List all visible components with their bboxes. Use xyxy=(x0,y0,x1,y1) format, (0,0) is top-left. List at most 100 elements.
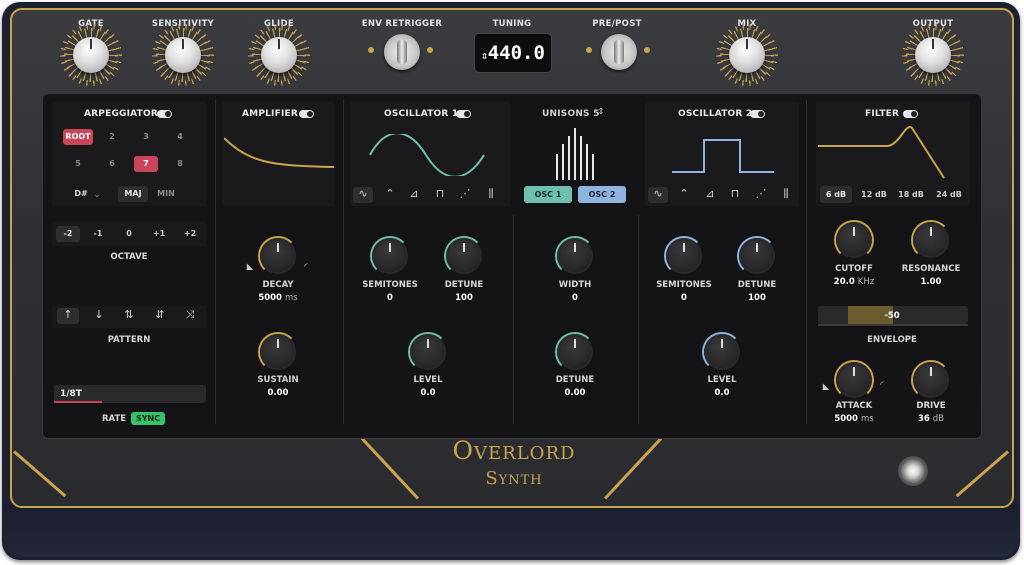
osc1-wavetable-icon[interactable]: ⫼ xyxy=(481,187,501,201)
osc1-detune-label: DETUNE xyxy=(444,280,484,290)
sustain-knob[interactable] xyxy=(262,336,294,368)
pre-post-switch[interactable] xyxy=(601,34,637,70)
osc2-sine-icon[interactable]: ∿ xyxy=(648,187,668,203)
tuning-label: TUNING xyxy=(492,19,532,29)
gate-knob[interactable] xyxy=(64,28,118,82)
divider xyxy=(513,215,514,424)
octave-plus-2[interactable]: +2 xyxy=(178,226,202,242)
filter-slope-18db[interactable]: 18 dB xyxy=(895,186,927,203)
pattern-down-up-icon[interactable]: ⇵ xyxy=(149,308,171,321)
tuning-value: 440.0 xyxy=(487,42,545,64)
unison-title[interactable]: UNISONS 5 xyxy=(542,109,600,119)
octave-minus-1[interactable]: -1 xyxy=(86,226,110,242)
osc2-level-knob[interactable] xyxy=(706,336,738,368)
pattern-up-down-icon[interactable]: ⇅ xyxy=(118,308,140,321)
amp-envelope-graph xyxy=(224,137,334,168)
osc1-triangle-icon[interactable]: ⌃ xyxy=(380,187,400,200)
arp-note-5[interactable]: 5 xyxy=(70,156,86,172)
attack-knob[interactable] xyxy=(838,364,870,396)
decay-knob[interactable] xyxy=(262,240,294,272)
osc2-detune-value: 100 xyxy=(748,293,766,303)
attack-unit: ms xyxy=(860,414,874,424)
pattern-up-icon[interactable]: ↑ xyxy=(57,308,79,324)
output-knob[interactable] xyxy=(906,28,960,82)
arp-toggle[interactable] xyxy=(157,110,172,118)
sensitivity-knob[interactable] xyxy=(156,28,210,82)
osc2-triangle-icon[interactable]: ⌃ xyxy=(674,187,694,200)
osc2-square-icon[interactable]: ⊓ xyxy=(725,187,745,200)
osc1-noise-icon[interactable]: ⋰ xyxy=(455,187,475,200)
unison-detune-knob[interactable] xyxy=(559,336,591,368)
unison-detune-value: 0.00 xyxy=(564,388,586,398)
drive-value: 36 xyxy=(917,414,930,424)
arp-note-7[interactable]: 7 xyxy=(134,156,158,172)
envelope-label: ENVELOPE xyxy=(867,335,917,345)
osc1-semitones-knob[interactable] xyxy=(374,240,406,272)
osc1-square-icon[interactable]: ⊓ xyxy=(430,187,450,200)
filter-slope-24db[interactable]: 24 dB xyxy=(933,186,965,203)
drive-knob[interactable] xyxy=(915,364,947,396)
tuning-display[interactable]: ⇕440.0 xyxy=(474,33,552,73)
octave-0[interactable]: 0 xyxy=(117,226,141,242)
octave-minus-2[interactable]: -2 xyxy=(56,226,80,242)
arp-note-8[interactable]: 8 xyxy=(172,156,188,172)
unison-osc1-button[interactable]: OSC 1 xyxy=(524,186,572,203)
attack-curve-right-icon[interactable]: ◜ xyxy=(876,380,888,390)
octave-plus-1[interactable]: +1 xyxy=(147,226,171,242)
cutoff-knob[interactable] xyxy=(838,224,870,256)
attack-curve-icon[interactable]: ◣ xyxy=(820,382,832,392)
env-retrigger-switch[interactable] xyxy=(384,34,420,70)
resonance-knob[interactable] xyxy=(915,224,947,256)
osc1-level-knob[interactable] xyxy=(412,336,444,368)
unison-osc2-button[interactable]: OSC 2 xyxy=(578,186,626,203)
divider xyxy=(343,100,344,424)
osc1-sine-icon[interactable]: ∿ xyxy=(353,187,373,203)
drive-unit: dB xyxy=(932,414,945,424)
decay-unit: ms xyxy=(284,293,298,303)
osc2-noise-icon[interactable]: ⋰ xyxy=(751,187,771,200)
rate-slider-fill xyxy=(54,401,102,403)
unison-width-label: WIDTH xyxy=(558,280,592,290)
osc1-detune-knob[interactable] xyxy=(448,240,480,272)
resonance-label: RESONANCE xyxy=(901,264,961,274)
decay-curve-right-icon[interactable]: ◜ xyxy=(300,262,312,272)
osc2-detune-label: DETUNE xyxy=(737,280,777,290)
filter-response-graph xyxy=(818,125,945,179)
osc1-title: OSCILLATOR 1 xyxy=(384,109,459,119)
arp-minor-button[interactable]: MIN xyxy=(152,186,180,202)
mix-knob[interactable] xyxy=(720,28,774,82)
osc2-wavetable-icon[interactable]: ⫼ xyxy=(776,187,796,201)
arp-note-4[interactable]: 4 xyxy=(172,129,188,145)
unison-stepper-icon[interactable]: ⇕ xyxy=(597,107,605,117)
pattern-random-icon[interactable]: ⤨ xyxy=(179,308,201,322)
osc2-saw-icon[interactable]: ⊿ xyxy=(700,187,720,200)
osc2-detune-knob[interactable] xyxy=(741,240,773,272)
amp-toggle[interactable] xyxy=(299,110,314,118)
arp-major-button[interactable]: MAJ xyxy=(118,186,148,202)
arp-note-2[interactable]: 2 xyxy=(104,129,120,145)
filter-slope-12db[interactable]: 12 dB xyxy=(858,186,890,203)
unison-width-knob[interactable] xyxy=(559,240,591,272)
arp-note-6[interactable]: 6 xyxy=(104,156,120,172)
attack-value: 5000 xyxy=(834,414,858,424)
osc2-semitones-knob[interactable] xyxy=(668,240,700,272)
glide-knob[interactable] xyxy=(252,28,306,82)
sync-button[interactable]: SYNC xyxy=(131,412,165,425)
osc1-saw-icon[interactable]: ⊿ xyxy=(404,187,424,200)
decay-curve-icon[interactable]: ◣ xyxy=(244,262,256,272)
env-retrigger-label: ENV RETRIGGER xyxy=(361,19,443,29)
brand-logo-line1: Overlord xyxy=(452,436,576,465)
chevron-down-icon[interactable]: ⌄ xyxy=(92,190,102,200)
brand-logo-line2: Synth xyxy=(485,468,543,489)
divider xyxy=(806,100,807,424)
arp-key-select[interactable]: D# xyxy=(70,186,92,202)
footswitch-button[interactable] xyxy=(898,456,928,486)
pattern-down-icon[interactable]: ↓ xyxy=(88,308,110,321)
osc1-toggle[interactable] xyxy=(456,110,471,118)
filter-toggle[interactable] xyxy=(903,110,918,118)
osc2-toggle[interactable] xyxy=(750,110,765,118)
drive-value-line: 36 dB xyxy=(886,414,976,424)
filter-slope-6db[interactable]: 6 dB xyxy=(820,186,852,203)
arp-note-root[interactable]: ROOT xyxy=(63,129,93,145)
arp-note-3[interactable]: 3 xyxy=(138,129,154,145)
